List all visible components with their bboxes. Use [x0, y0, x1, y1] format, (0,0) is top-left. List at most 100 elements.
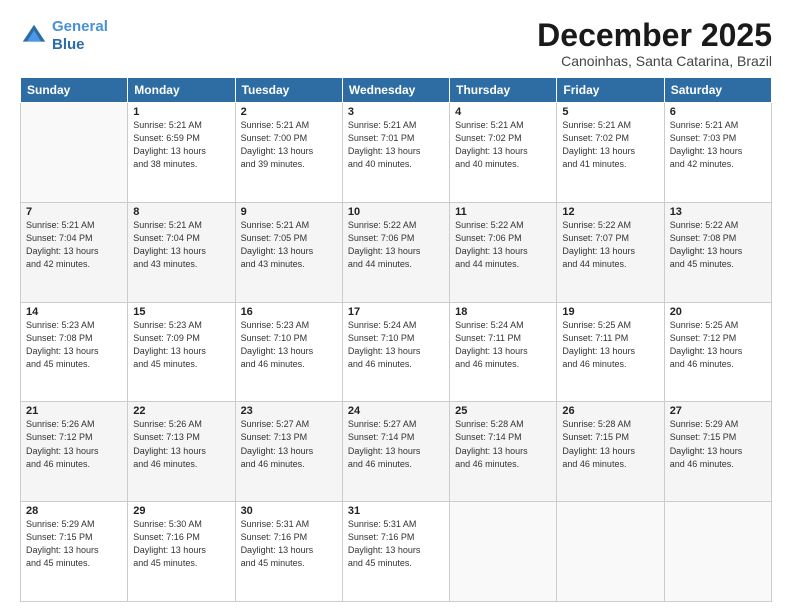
calendar-cell: 6Sunrise: 5:21 AM Sunset: 7:03 PM Daylig… [664, 103, 771, 203]
day-info: Sunrise: 5:21 AM Sunset: 7:04 PM Dayligh… [133, 219, 229, 271]
day-number: 21 [26, 405, 122, 417]
month-title: December 2025 [537, 18, 772, 53]
calendar-cell: 8Sunrise: 5:21 AM Sunset: 7:04 PM Daylig… [128, 202, 235, 302]
day-number: 17 [348, 306, 444, 318]
day-info: Sunrise: 5:22 AM Sunset: 7:07 PM Dayligh… [562, 219, 658, 271]
calendar-cell: 13Sunrise: 5:22 AM Sunset: 7:08 PM Dayli… [664, 202, 771, 302]
day-number: 8 [133, 206, 229, 218]
day-info: Sunrise: 5:21 AM Sunset: 7:03 PM Dayligh… [670, 119, 766, 171]
weekday-friday: Friday [557, 78, 664, 103]
weekday-thursday: Thursday [450, 78, 557, 103]
calendar-cell: 3Sunrise: 5:21 AM Sunset: 7:01 PM Daylig… [342, 103, 449, 203]
day-info: Sunrise: 5:23 AM Sunset: 7:10 PM Dayligh… [241, 319, 337, 371]
day-number: 23 [241, 405, 337, 417]
calendar-cell: 20Sunrise: 5:25 AM Sunset: 7:12 PM Dayli… [664, 302, 771, 402]
day-number: 2 [241, 106, 337, 118]
weekday-wednesday: Wednesday [342, 78, 449, 103]
calendar-cell: 17Sunrise: 5:24 AM Sunset: 7:10 PM Dayli… [342, 302, 449, 402]
header: General Blue December 2025 Canoinhas, Sa… [20, 18, 772, 69]
day-info: Sunrise: 5:31 AM Sunset: 7:16 PM Dayligh… [348, 518, 444, 570]
location: Canoinhas, Santa Catarina, Brazil [537, 53, 772, 69]
day-info: Sunrise: 5:26 AM Sunset: 7:12 PM Dayligh… [26, 418, 122, 470]
page: General Blue December 2025 Canoinhas, Sa… [0, 0, 792, 612]
day-number: 7 [26, 206, 122, 218]
day-number: 15 [133, 306, 229, 318]
week-row-4: 28Sunrise: 5:29 AM Sunset: 7:15 PM Dayli… [21, 502, 772, 602]
day-info: Sunrise: 5:28 AM Sunset: 7:15 PM Dayligh… [562, 418, 658, 470]
day-info: Sunrise: 5:24 AM Sunset: 7:10 PM Dayligh… [348, 319, 444, 371]
calendar-cell: 15Sunrise: 5:23 AM Sunset: 7:09 PM Dayli… [128, 302, 235, 402]
day-number: 1 [133, 106, 229, 118]
weekday-header: SundayMondayTuesdayWednesdayThursdayFrid… [21, 78, 772, 103]
calendar-cell: 7Sunrise: 5:21 AM Sunset: 7:04 PM Daylig… [21, 202, 128, 302]
day-info: Sunrise: 5:21 AM Sunset: 7:04 PM Dayligh… [26, 219, 122, 271]
day-number: 9 [241, 206, 337, 218]
calendar-cell [450, 502, 557, 602]
day-info: Sunrise: 5:31 AM Sunset: 7:16 PM Dayligh… [241, 518, 337, 570]
week-row-3: 21Sunrise: 5:26 AM Sunset: 7:12 PM Dayli… [21, 402, 772, 502]
logo-general: General [52, 18, 108, 35]
title-block: December 2025 Canoinhas, Santa Catarina,… [537, 18, 772, 69]
calendar-cell: 25Sunrise: 5:28 AM Sunset: 7:14 PM Dayli… [450, 402, 557, 502]
calendar-cell: 21Sunrise: 5:26 AM Sunset: 7:12 PM Dayli… [21, 402, 128, 502]
week-row-1: 7Sunrise: 5:21 AM Sunset: 7:04 PM Daylig… [21, 202, 772, 302]
day-info: Sunrise: 5:28 AM Sunset: 7:14 PM Dayligh… [455, 418, 551, 470]
weekday-monday: Monday [128, 78, 235, 103]
day-info: Sunrise: 5:29 AM Sunset: 7:15 PM Dayligh… [670, 418, 766, 470]
day-number: 19 [562, 306, 658, 318]
calendar-cell: 16Sunrise: 5:23 AM Sunset: 7:10 PM Dayli… [235, 302, 342, 402]
logo: General Blue [20, 18, 108, 54]
day-info: Sunrise: 5:22 AM Sunset: 7:06 PM Dayligh… [455, 219, 551, 271]
day-info: Sunrise: 5:30 AM Sunset: 7:16 PM Dayligh… [133, 518, 229, 570]
calendar-cell: 4Sunrise: 5:21 AM Sunset: 7:02 PM Daylig… [450, 103, 557, 203]
calendar-cell: 24Sunrise: 5:27 AM Sunset: 7:14 PM Dayli… [342, 402, 449, 502]
day-number: 26 [562, 405, 658, 417]
calendar-cell [664, 502, 771, 602]
calendar-table: SundayMondayTuesdayWednesdayThursdayFrid… [20, 77, 772, 602]
calendar-cell: 1Sunrise: 5:21 AM Sunset: 6:59 PM Daylig… [128, 103, 235, 203]
calendar-cell: 22Sunrise: 5:26 AM Sunset: 7:13 PM Dayli… [128, 402, 235, 502]
calendar-cell [21, 103, 128, 203]
calendar-cell: 30Sunrise: 5:31 AM Sunset: 7:16 PM Dayli… [235, 502, 342, 602]
calendar-cell: 12Sunrise: 5:22 AM Sunset: 7:07 PM Dayli… [557, 202, 664, 302]
day-info: Sunrise: 5:25 AM Sunset: 7:11 PM Dayligh… [562, 319, 658, 371]
day-info: Sunrise: 5:21 AM Sunset: 7:02 PM Dayligh… [562, 119, 658, 171]
calendar-cell: 14Sunrise: 5:23 AM Sunset: 7:08 PM Dayli… [21, 302, 128, 402]
day-number: 10 [348, 206, 444, 218]
calendar-cell: 31Sunrise: 5:31 AM Sunset: 7:16 PM Dayli… [342, 502, 449, 602]
day-info: Sunrise: 5:21 AM Sunset: 7:00 PM Dayligh… [241, 119, 337, 171]
weekday-tuesday: Tuesday [235, 78, 342, 103]
day-number: 5 [562, 106, 658, 118]
day-number: 16 [241, 306, 337, 318]
day-number: 22 [133, 405, 229, 417]
day-info: Sunrise: 5:21 AM Sunset: 7:05 PM Dayligh… [241, 219, 337, 271]
day-info: Sunrise: 5:26 AM Sunset: 7:13 PM Dayligh… [133, 418, 229, 470]
weekday-sunday: Sunday [21, 78, 128, 103]
day-number: 27 [670, 405, 766, 417]
calendar-cell: 11Sunrise: 5:22 AM Sunset: 7:06 PM Dayli… [450, 202, 557, 302]
logo-icon [20, 22, 48, 50]
day-info: Sunrise: 5:21 AM Sunset: 7:02 PM Dayligh… [455, 119, 551, 171]
calendar-cell: 26Sunrise: 5:28 AM Sunset: 7:15 PM Dayli… [557, 402, 664, 502]
day-number: 31 [348, 505, 444, 517]
calendar-cell: 9Sunrise: 5:21 AM Sunset: 7:05 PM Daylig… [235, 202, 342, 302]
day-number: 18 [455, 306, 551, 318]
calendar-cell [557, 502, 664, 602]
week-row-2: 14Sunrise: 5:23 AM Sunset: 7:08 PM Dayli… [21, 302, 772, 402]
week-row-0: 1Sunrise: 5:21 AM Sunset: 6:59 PM Daylig… [21, 103, 772, 203]
day-number: 30 [241, 505, 337, 517]
day-info: Sunrise: 5:22 AM Sunset: 7:06 PM Dayligh… [348, 219, 444, 271]
day-number: 13 [670, 206, 766, 218]
day-info: Sunrise: 5:24 AM Sunset: 7:11 PM Dayligh… [455, 319, 551, 371]
calendar-cell: 10Sunrise: 5:22 AM Sunset: 7:06 PM Dayli… [342, 202, 449, 302]
day-number: 14 [26, 306, 122, 318]
calendar-cell: 19Sunrise: 5:25 AM Sunset: 7:11 PM Dayli… [557, 302, 664, 402]
day-info: Sunrise: 5:22 AM Sunset: 7:08 PM Dayligh… [670, 219, 766, 271]
day-number: 29 [133, 505, 229, 517]
day-info: Sunrise: 5:23 AM Sunset: 7:09 PM Dayligh… [133, 319, 229, 371]
day-info: Sunrise: 5:23 AM Sunset: 7:08 PM Dayligh… [26, 319, 122, 371]
day-info: Sunrise: 5:21 AM Sunset: 6:59 PM Dayligh… [133, 119, 229, 171]
day-info: Sunrise: 5:21 AM Sunset: 7:01 PM Dayligh… [348, 119, 444, 171]
day-info: Sunrise: 5:29 AM Sunset: 7:15 PM Dayligh… [26, 518, 122, 570]
calendar-cell: 2Sunrise: 5:21 AM Sunset: 7:00 PM Daylig… [235, 103, 342, 203]
